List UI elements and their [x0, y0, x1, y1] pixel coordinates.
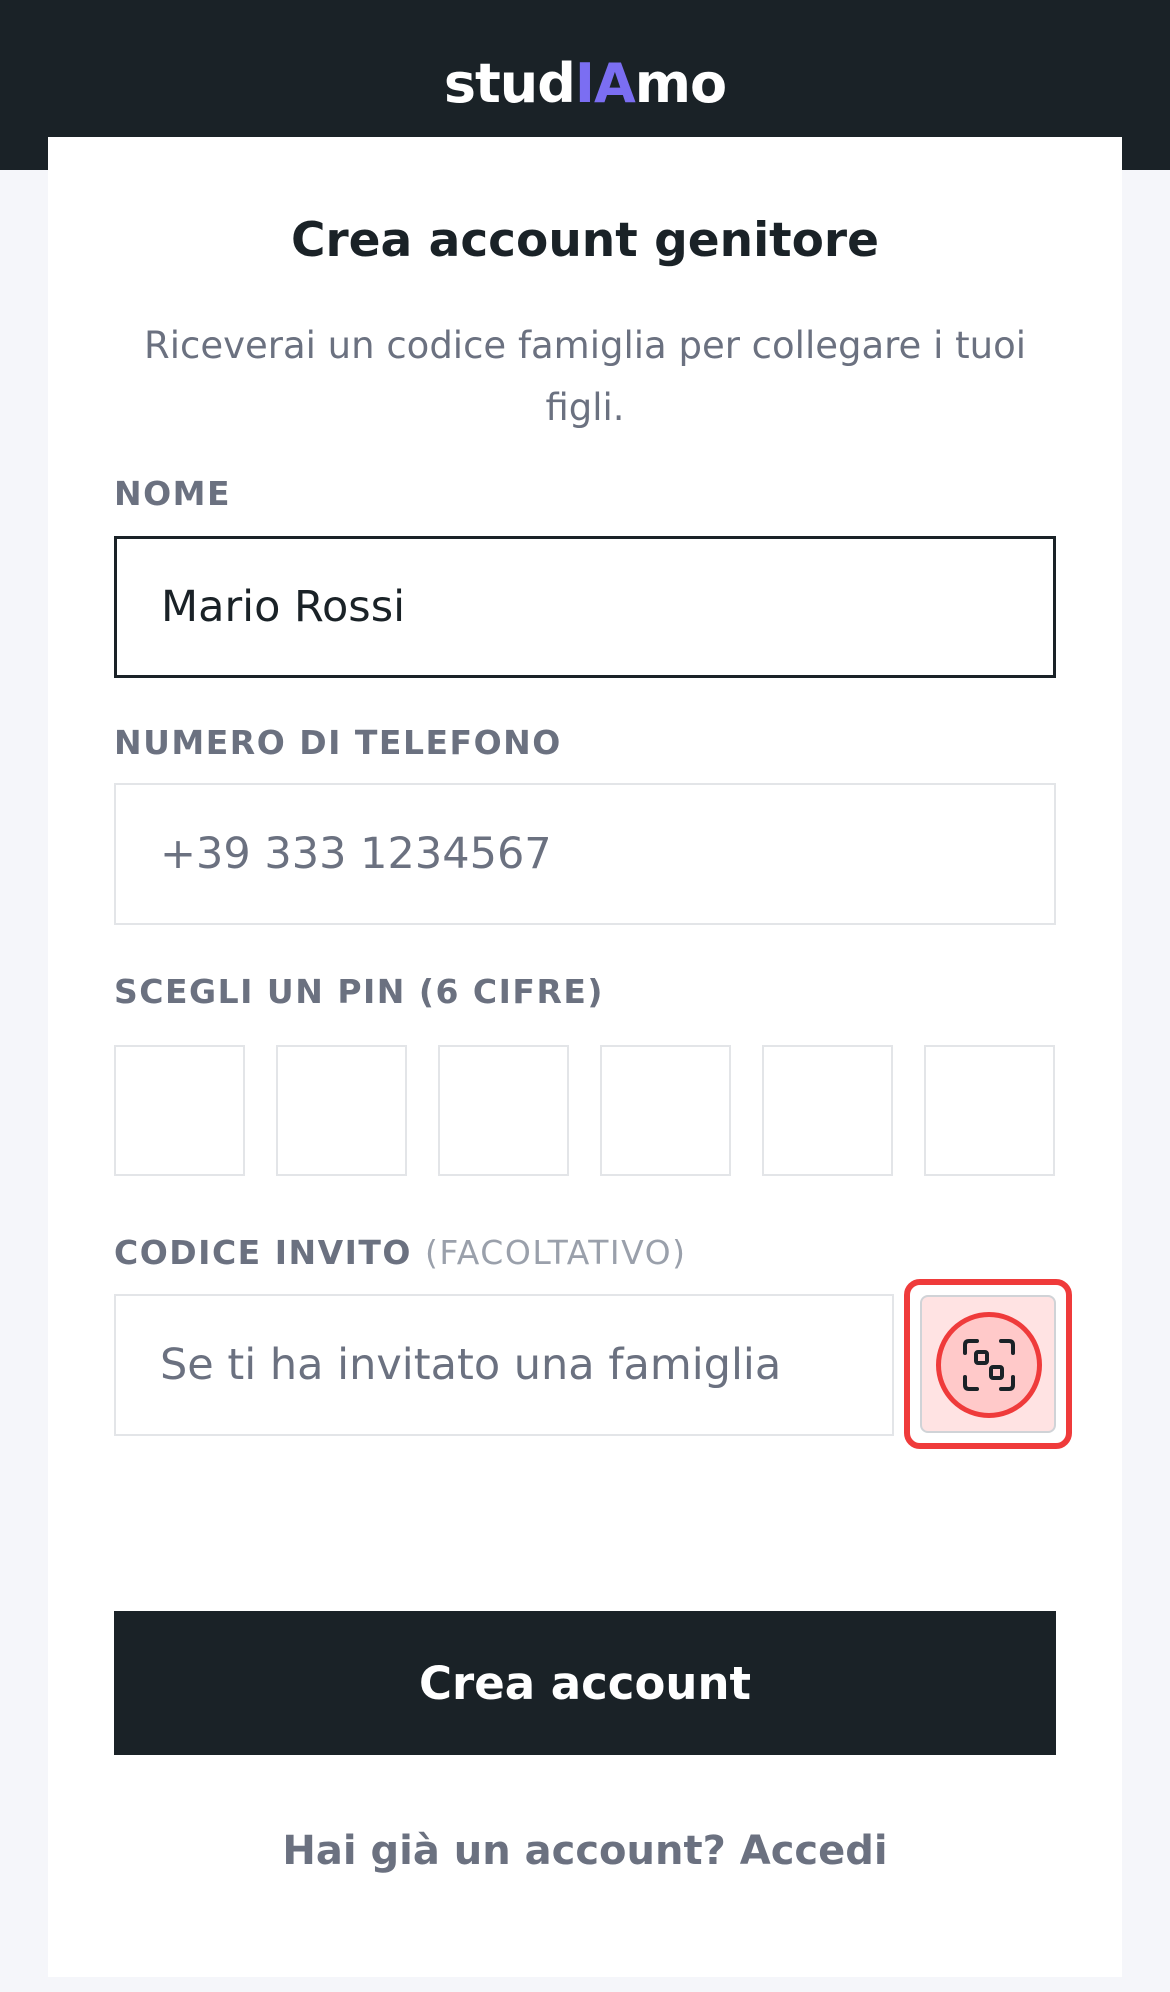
login-link[interactable]: Hai già un account? Accedi	[0, 1828, 1170, 1874]
phone-input[interactable]: +39 333 1234567	[114, 783, 1056, 925]
app-logo: studIAmo	[0, 52, 1170, 115]
name-input[interactable]: Mario Rossi	[114, 536, 1056, 678]
pin-digit-6[interactable]	[924, 1045, 1055, 1176]
create-account-button[interactable]: Crea account	[114, 1611, 1056, 1755]
invite-label-text: CODICE INVITO	[114, 1233, 412, 1272]
pin-digit-3[interactable]	[438, 1045, 569, 1176]
pin-label: SCEGLI UN PIN (6 CIFRE)	[114, 972, 604, 1011]
pin-digit-4[interactable]	[600, 1045, 731, 1176]
page-title: Crea account genitore	[290, 213, 879, 268]
invite-label-optional: (FACOLTATIVO)	[424, 1233, 687, 1272]
name-label: NOME	[114, 474, 232, 513]
scan-qr-button[interactable]	[920, 1295, 1056, 1433]
qr-scan-icon	[963, 1339, 1015, 1391]
page-subtitle: Riceverai un codice famiglia per collega…	[144, 324, 1026, 429]
scan-icon-circle	[936, 1312, 1042, 1418]
scan-highlight	[904, 1279, 1072, 1449]
invite-label: CODICE INVITO (FACOLTATIVO)	[114, 1233, 687, 1272]
logo-accent: IA	[574, 52, 636, 115]
pin-digit-2[interactable]	[276, 1045, 407, 1176]
phone-label: NUMERO DI TELEFONO	[114, 723, 562, 762]
pin-digit-1[interactable]	[114, 1045, 245, 1176]
logo-suffix: mo	[634, 52, 727, 115]
invite-code-input[interactable]: Se ti ha invitato una famiglia	[114, 1294, 894, 1436]
signup-card: Crea account genitore Riceverai un codic…	[48, 137, 1122, 1977]
logo-prefix: stud	[443, 52, 576, 115]
pin-digit-5[interactable]	[762, 1045, 893, 1176]
